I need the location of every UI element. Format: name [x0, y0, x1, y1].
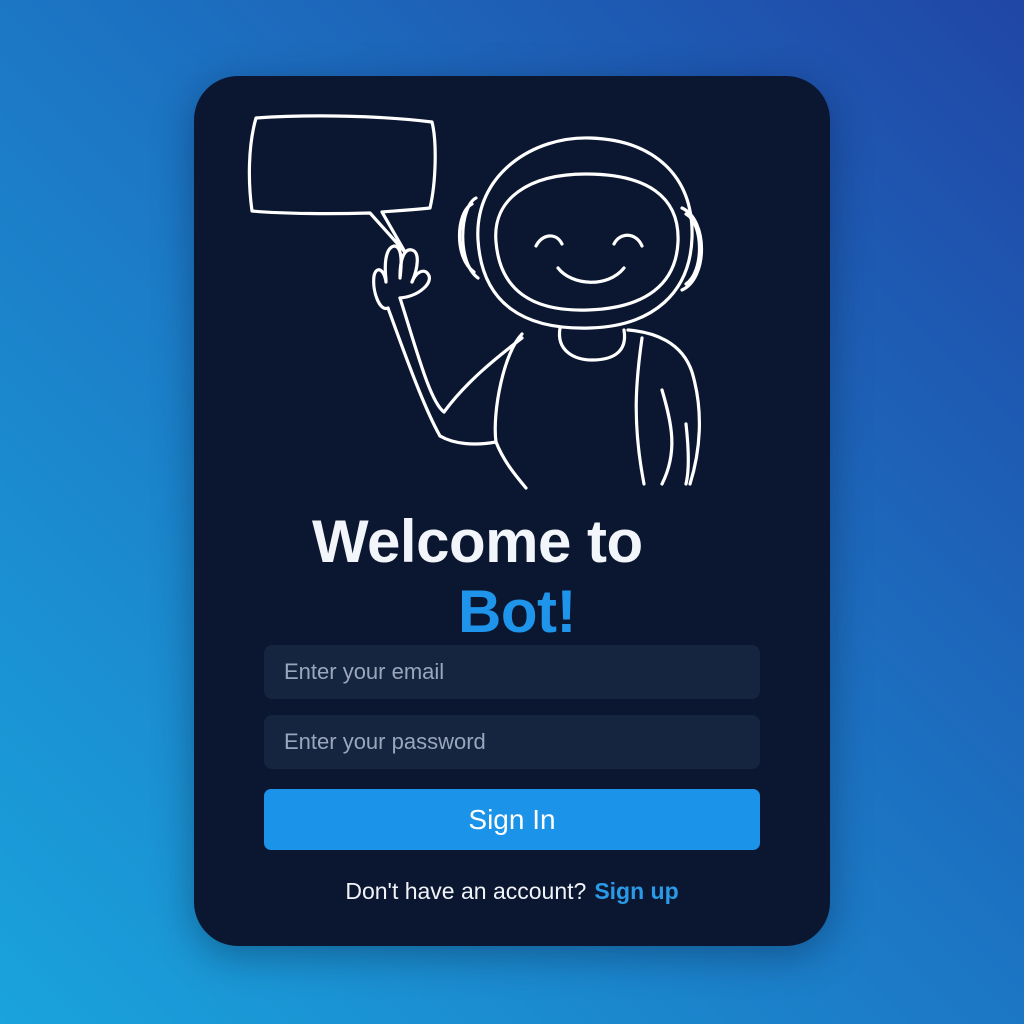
bot-name-title: Bot!: [458, 578, 576, 645]
login-card: Welcome to Bot! Sign In Don't have an ac…: [194, 76, 830, 946]
signup-prompt-text: Don't have an account?: [345, 878, 587, 904]
welcome-title: Welcome to: [312, 508, 643, 575]
signup-prompt: Don't have an account? Sign up: [194, 878, 830, 905]
robot-illustration: [234, 112, 754, 492]
sign-up-link[interactable]: Sign up: [594, 878, 678, 904]
email-field[interactable]: [264, 645, 760, 699]
sign-in-button[interactable]: Sign In: [264, 789, 760, 850]
password-field[interactable]: [264, 715, 760, 769]
speech-bubble-icon: [247, 114, 437, 254]
